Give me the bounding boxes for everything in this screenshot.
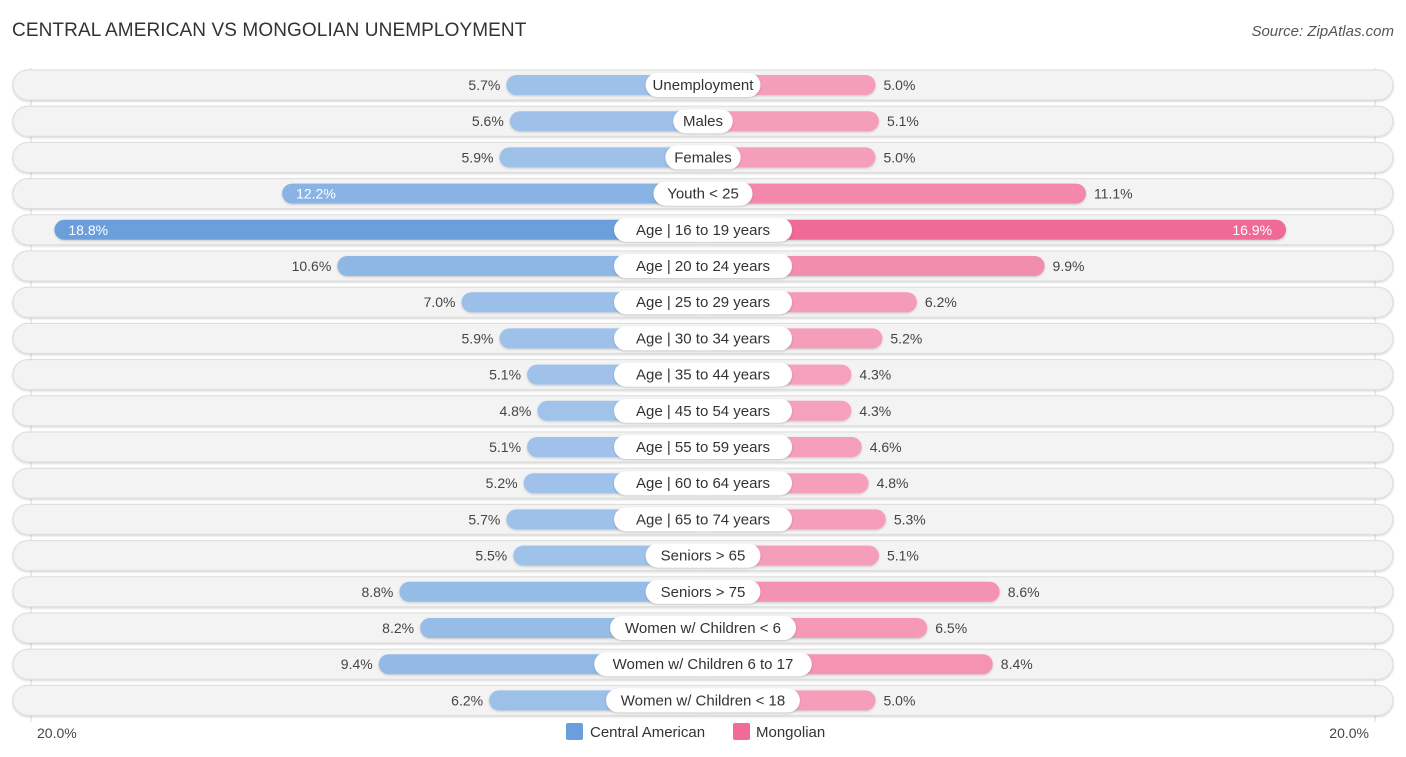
chart-row: 8.2% 6.5% Women w/ Children < 6 (12, 612, 1394, 644)
value-label-mongolian: 5.1% (887, 548, 919, 564)
value-label-mongolian: 4.3% (859, 367, 891, 383)
value-label-central-american: 4.8% (499, 403, 531, 419)
chart-row: 8.8% 8.6% Seniors > 75 (12, 576, 1394, 608)
value-label-mongolian: 6.2% (925, 294, 957, 310)
chart-row: 5.2% 4.8% Age | 60 to 64 years (12, 467, 1394, 499)
axis-label-left: 20.0% (37, 725, 77, 741)
category-label: Age | 20 to 24 years (636, 258, 770, 275)
category-label: Women w/ Children < 6 (625, 620, 781, 637)
value-label-central-american: 7.0% (424, 294, 456, 310)
axis-label-right: 20.0% (1329, 725, 1369, 741)
value-label-central-american: 5.9% (462, 149, 494, 165)
chart-row: 6.2% 5.0% Women w/ Children < 18 (12, 684, 1394, 716)
chart-row: 4.8% 4.3% Age | 45 to 54 years (12, 395, 1394, 427)
category-label: Youth < 25 (667, 186, 739, 203)
value-label-central-american: 8.2% (382, 620, 414, 636)
category-label: Women w/ Children 6 to 17 (613, 656, 794, 673)
value-label-central-american: 5.7% (468, 77, 500, 93)
category-label: Seniors > 65 (661, 548, 746, 565)
value-label-mongolian: 4.3% (859, 403, 891, 419)
diverging-bar-chart: 5.7% 5.0% Unemployment 5.6% 5.1% Males 5.9% 5.0… (12, 68, 1394, 741)
bar-mongolian[interactable] (703, 183, 1086, 204)
chart-row: 5.6% 5.1% Males (12, 105, 1394, 137)
value-label-mongolian: 5.1% (887, 113, 919, 129)
value-label-mongolian: 5.3% (894, 511, 926, 527)
chart-row: 5.7% 5.0% Unemployment (12, 69, 1394, 101)
chart-row: 5.9% 5.0% Females (12, 141, 1394, 173)
bar-central-american[interactable] (282, 183, 703, 204)
value-label-central-american: 6.2% (451, 692, 483, 708)
category-label: Females (674, 149, 732, 166)
category-label: Males (683, 113, 723, 130)
value-label-mongolian: 8.6% (1008, 584, 1040, 600)
value-label-mongolian: 16.9% (1232, 222, 1272, 238)
chart-row: 5.1% 4.6% Age | 55 to 59 years (12, 431, 1394, 463)
legend-label-central-american: Central American (590, 724, 705, 741)
value-label-central-american: 9.4% (341, 656, 373, 672)
value-label-central-american: 5.6% (472, 113, 504, 129)
value-label-mongolian: 5.2% (890, 330, 922, 346)
category-label: Age | 35 to 44 years (636, 367, 770, 384)
category-label: Age | 60 to 64 years (636, 475, 770, 492)
value-label-central-american: 5.1% (489, 439, 521, 455)
legend-swatch-central-american (566, 723, 583, 740)
category-label: Age | 55 to 59 years (636, 439, 770, 456)
value-label-central-american: 5.5% (475, 548, 507, 564)
value-label-mongolian: 5.0% (884, 149, 916, 165)
value-label-central-american: 8.8% (361, 584, 393, 600)
category-label: Age | 65 to 74 years (636, 511, 770, 528)
category-label: Women w/ Children < 18 (621, 692, 785, 709)
value-label-central-american: 12.2% (296, 186, 336, 202)
category-label: Age | 16 to 19 years (636, 222, 770, 239)
value-label-central-american: 10.6% (292, 258, 332, 274)
category-label: Age | 25 to 29 years (636, 294, 770, 311)
chart-row: 18.8% 16.9% Age | 16 to 19 years (12, 214, 1394, 246)
category-label: Unemployment (653, 77, 755, 94)
legend-label-mongolian: Mongolian (756, 724, 825, 741)
value-label-mongolian: 4.8% (877, 475, 909, 491)
value-label-mongolian: 5.0% (884, 692, 916, 708)
chart-row: 5.1% 4.3% Age | 35 to 44 years (12, 359, 1394, 391)
chart-row: 7.0% 6.2% Age | 25 to 29 years (12, 286, 1394, 318)
bar-central-american[interactable] (54, 219, 703, 240)
value-label-mongolian: 6.5% (935, 620, 967, 636)
chart-row: 10.6% 9.9% Age | 20 to 24 years (12, 250, 1394, 282)
value-label-central-american: 5.1% (489, 367, 521, 383)
category-label: Age | 45 to 54 years (636, 403, 770, 420)
value-label-mongolian: 9.9% (1053, 258, 1085, 274)
chart-row: 5.9% 5.2% Age | 30 to 34 years (12, 322, 1394, 354)
chart-row: 5.5% 5.1% Seniors > 65 (12, 540, 1394, 572)
value-label-central-american: 5.9% (462, 330, 494, 346)
category-label: Age | 30 to 34 years (636, 330, 770, 347)
value-label-mongolian: 8.4% (1001, 656, 1033, 672)
value-label-central-american: 5.2% (486, 475, 518, 491)
legend: Central American Mongolian (566, 723, 825, 741)
value-label-central-american: 5.7% (468, 511, 500, 527)
chart-row: 5.7% 5.3% Age | 65 to 74 years (12, 503, 1394, 535)
value-label-mongolian: 11.1% (1094, 186, 1133, 202)
category-label: Seniors > 75 (661, 584, 746, 601)
value-label-mongolian: 4.6% (870, 439, 902, 455)
chart-row: 9.4% 8.4% Women w/ Children 6 to 17 (12, 648, 1394, 680)
value-label-central-american: 18.8% (68, 222, 108, 238)
value-label-mongolian: 5.0% (884, 77, 916, 93)
legend-swatch-mongolian (733, 723, 750, 740)
chart-row: 12.2% 11.1% Youth < 25 (12, 178, 1394, 210)
